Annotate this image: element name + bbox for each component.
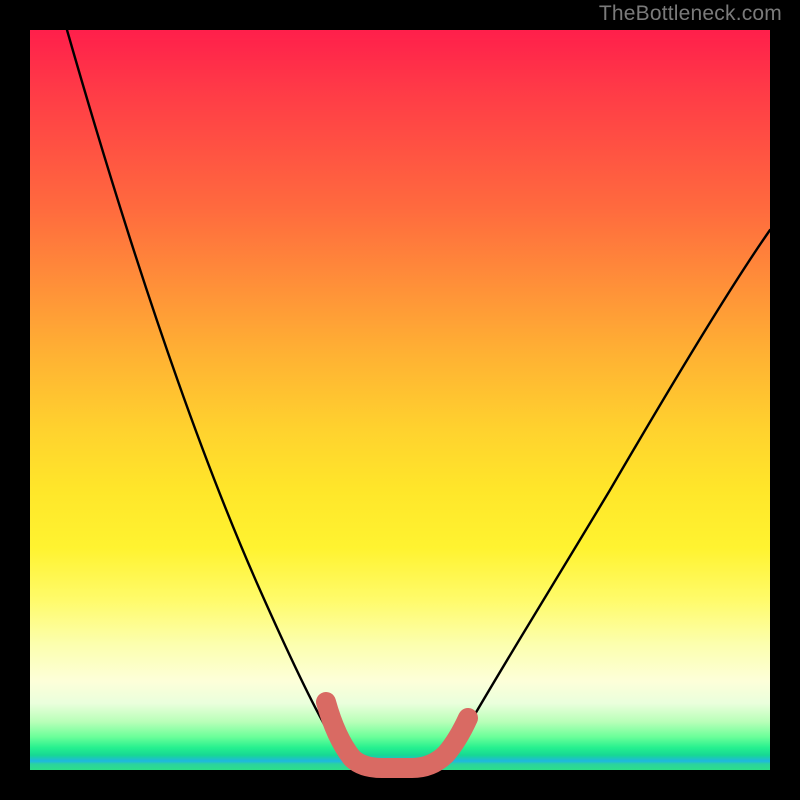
chart-frame: TheBottleneck.com xyxy=(0,0,800,800)
plot-area xyxy=(30,30,770,770)
bottleneck-curve xyxy=(67,30,770,768)
curve-svg xyxy=(30,30,770,770)
highlight-segment xyxy=(326,702,468,768)
watermark-text: TheBottleneck.com xyxy=(599,2,782,26)
